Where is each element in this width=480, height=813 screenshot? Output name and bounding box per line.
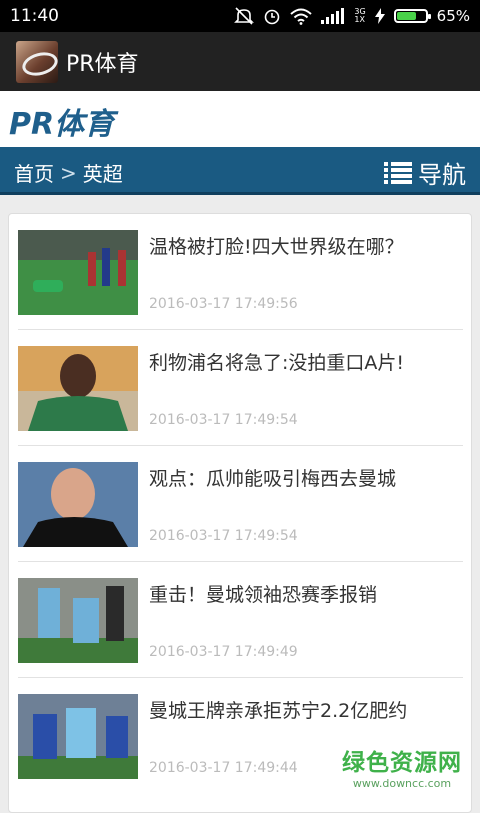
watermark: 绿色资源网 www.downcc.com [342, 743, 462, 790]
article-item[interactable]: 观点：瓜帅能吸引梅西去曼城 2016-03-17 17:49:54 [18, 446, 463, 562]
nav-bar: 首页 > 英超 导航 [0, 147, 480, 195]
site-header: PR体育 [0, 91, 480, 147]
list-menu-icon [384, 161, 412, 184]
status-icons: 3G 1X 65% [234, 7, 470, 25]
battery-icon [393, 9, 431, 23]
mute-icon [234, 7, 255, 25]
charging-icon [374, 8, 385, 24]
article-thumbnail [18, 346, 138, 431]
breadcrumb-separator: > [60, 160, 77, 185]
app-logo [16, 40, 58, 83]
article-item[interactable]: 温格被打脸!四大世界级在哪？ 2016-03-17 17:49:56 [18, 214, 463, 330]
article-item[interactable]: 重击！曼城领袖恐赛季报销 2016-03-17 17:49:49 [18, 562, 463, 678]
article-thumbnail [18, 578, 138, 663]
app-bar: PR体育 [0, 32, 480, 91]
article-list: 温格被打脸!四大世界级在哪？ 2016-03-17 17:49:56 利物浦名将… [8, 213, 472, 813]
article-date: 2016-03-17 17:49:54 [149, 528, 298, 544]
article-thumbnail [18, 694, 138, 779]
article-date: 2016-03-17 17:49:54 [149, 412, 298, 428]
breadcrumb: 首页 > 英超 [14, 158, 123, 187]
article-title: 曼城王牌亲承拒苏宁2.2亿肥约 [149, 700, 408, 722]
article-date: 2016-03-17 17:49:56 [149, 296, 298, 312]
article-title: 重击！曼城领袖恐赛季报销 [149, 584, 378, 606]
watermark-url: www.downcc.com [352, 777, 452, 790]
article-title: 观点：瓜帅能吸引梅西去曼城 [149, 468, 397, 490]
article-title: 温格被打脸!四大世界级在哪？ [149, 236, 404, 258]
nav-menu-label: 导航 [418, 161, 466, 189]
watermark-text: 绿色资源网 [342, 750, 462, 776]
site-brand[interactable]: PR体育 [9, 99, 114, 143]
breadcrumb-home[interactable]: 首页 [14, 158, 54, 187]
article-thumbnail [18, 462, 138, 547]
wifi-icon [290, 8, 313, 25]
breadcrumb-current[interactable]: 英超 [83, 158, 123, 187]
status-bar: 11:40 3G 1X 65% [0, 0, 480, 32]
app-title: PR体育 [66, 51, 139, 77]
signal-icon [321, 8, 345, 24]
alarm-icon [265, 9, 280, 25]
battery-level: 65% [436, 7, 470, 25]
article-title: 利物浦名将急了:没拍重口A片! [149, 352, 405, 374]
article-item[interactable]: 利物浦名将急了:没拍重口A片! 2016-03-17 17:49:54 [18, 330, 463, 446]
article-date: 2016-03-17 17:49:49 [149, 644, 298, 660]
network-type: 3G 1X [354, 7, 366, 24]
article-thumbnail [18, 230, 138, 315]
article-date: 2016-03-17 17:49:44 [149, 760, 298, 776]
nav-menu-button[interactable]: 导航 [384, 155, 466, 190]
clock: 11:40 [10, 6, 59, 26]
